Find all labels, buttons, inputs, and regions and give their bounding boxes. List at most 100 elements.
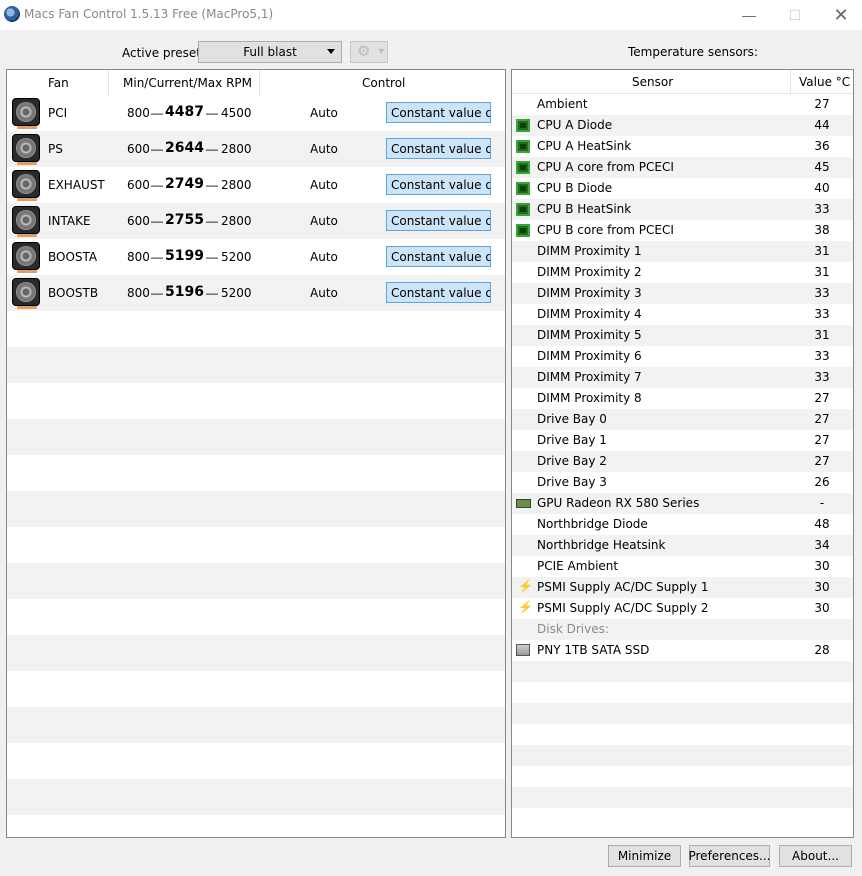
- active-preset-dropdown[interactable]: Full blast: [198, 41, 342, 63]
- sensor-row[interactable]: DIMM Proximity 5 31: [512, 325, 853, 346]
- cpu-chip-icon: [516, 224, 530, 237]
- sensor-row[interactable]: DIMM Proximity 8 27: [512, 388, 853, 409]
- fan-row[interactable]: EXHAUST600—2749—2800AutoConstant value o…: [7, 167, 505, 203]
- sensor-row[interactable]: PCIE Ambient 30: [512, 556, 853, 577]
- fan-control-button[interactable]: Constant value o...: [386, 138, 491, 159]
- sensor-row[interactable]: Drive Bay 0 27: [512, 409, 853, 430]
- fan-row[interactable]: PS600—2644—2800AutoConstant value o...: [7, 131, 505, 167]
- sensor-row[interactable]: CPU A Diode 44: [512, 115, 853, 136]
- fan-row-stripe: [7, 599, 505, 635]
- sensor-row[interactable]: ⚡ PSMI Supply AC/DC Supply 2 30: [512, 598, 853, 619]
- fan-row-stripe: [7, 383, 505, 419]
- sensor-name: CPU B core from PCECI: [537, 223, 674, 237]
- sensor-name: CPU A core from PCECI: [537, 160, 674, 174]
- rpm-separator: —: [151, 214, 163, 228]
- chevron-down-icon: [327, 49, 335, 54]
- fan-mode: Auto: [310, 142, 338, 156]
- sensor-row[interactable]: Ambient 27: [512, 94, 853, 115]
- preferences-button[interactable]: Preferences...: [688, 845, 771, 867]
- cpu-chip-icon: [516, 140, 530, 153]
- temperature-sensors-label: Temperature sensors:: [628, 45, 758, 59]
- rpm-separator: —: [151, 178, 163, 192]
- window-close-button[interactable]: ✕: [818, 0, 862, 30]
- sensor-name: Drive Bay 2: [537, 454, 607, 468]
- sensor-row[interactable]: ⚡ PSMI Supply AC/DC Supply 1 30: [512, 577, 853, 598]
- sensor-value: 31: [814, 328, 830, 342]
- fan-max-rpm: 5200: [221, 250, 252, 264]
- sensor-row[interactable]: CPU A HeatSink 36: [512, 136, 853, 157]
- fan-max-rpm: 5200: [221, 286, 252, 300]
- fan-row[interactable]: INTAKE600—2755—2800AutoConstant value o.…: [7, 203, 505, 239]
- cpu-chip-icon: [516, 161, 530, 174]
- sensor-row-stripe: [512, 745, 853, 766]
- fan-current-rpm: 2755: [165, 212, 204, 228]
- fan-control-button[interactable]: Constant value o...: [386, 102, 491, 123]
- fan-row[interactable]: BOOSTB800—5196—5200AutoConstant value o.…: [7, 275, 505, 311]
- fan-control-button[interactable]: Constant value o...: [386, 246, 491, 267]
- fan-mode: Auto: [310, 214, 338, 228]
- sensor-row[interactable]: DIMM Proximity 4 33: [512, 304, 853, 325]
- fan-column-header[interactable]: Fan: [48, 76, 69, 90]
- fan-row-stripe: [7, 419, 505, 455]
- sensor-row[interactable]: CPU A core from PCECI 45: [512, 157, 853, 178]
- sensor-row[interactable]: DIMM Proximity 7 33: [512, 367, 853, 388]
- sensor-row[interactable]: GPU Radeon RX 580 Series -: [512, 493, 853, 514]
- sensor-row[interactable]: Drive Bay 1 27: [512, 430, 853, 451]
- preset-settings-button[interactable]: ⚙ ▼: [350, 41, 388, 63]
- sensor-row[interactable]: CPU B HeatSink 33: [512, 199, 853, 220]
- rpm-column-header[interactable]: Min/Current/Max RPM: [123, 76, 252, 90]
- fan-row-stripe: [7, 815, 505, 837]
- sensor-row[interactable]: DIMM Proximity 2 31: [512, 262, 853, 283]
- fan-name: EXHAUST: [48, 178, 105, 192]
- sensor-value: 33: [814, 307, 830, 321]
- fan-current-rpm: 2749: [165, 176, 204, 192]
- about-button[interactable]: About...: [779, 845, 852, 867]
- fan-rows: PCI800—4487—4500AutoConstant value o...P…: [7, 95, 505, 837]
- sensor-row[interactable]: PNY 1TB SATA SSD 28: [512, 640, 853, 661]
- sensor-name: CPU B HeatSink: [537, 202, 632, 216]
- control-column-header[interactable]: Control: [362, 76, 405, 90]
- sensor-value: 33: [814, 349, 830, 363]
- window-maximize-button[interactable]: ☐: [772, 0, 818, 30]
- sensor-name: Northbridge Diode: [537, 517, 648, 531]
- sensor-row[interactable]: CPU B Diode 40: [512, 178, 853, 199]
- sensor-value: 30: [814, 580, 830, 594]
- fan-max-rpm: 4500: [221, 106, 252, 120]
- sensor-value: 31: [814, 265, 830, 279]
- window-minimize-button[interactable]: —: [726, 0, 772, 30]
- sensor-column-header[interactable]: Sensor: [632, 75, 673, 89]
- sensor-name: Drive Bay 0: [537, 412, 607, 426]
- sensor-row-stripe: [512, 661, 853, 682]
- value-column-header[interactable]: Value °C: [799, 75, 850, 89]
- fan-icon: [12, 170, 40, 201]
- minimize-button[interactable]: Minimize: [608, 845, 681, 867]
- fan-icon: [12, 242, 40, 273]
- sensor-value: 31: [814, 244, 830, 258]
- fan-name: BOOSTA: [48, 250, 98, 264]
- sensor-row[interactable]: Northbridge Heatsink 34: [512, 535, 853, 556]
- sensor-row[interactable]: Northbridge Diode 48: [512, 514, 853, 535]
- fan-control-button[interactable]: Constant value o...: [386, 282, 491, 303]
- sensor-row[interactable]: DIMM Proximity 6 33: [512, 346, 853, 367]
- sensor-group-header: Disk Drives:: [512, 619, 853, 640]
- fan-current-rpm: 5199: [165, 248, 204, 264]
- gear-icon: ⚙: [357, 43, 371, 60]
- fan-row[interactable]: PCI800—4487—4500AutoConstant value o...: [7, 95, 505, 131]
- sensor-table: Sensor Value °C Ambient 27 CPU A Diode 44 CP…: [511, 69, 854, 838]
- sensor-row[interactable]: Drive Bay 2 27: [512, 451, 853, 472]
- sensor-value: 27: [814, 97, 830, 111]
- sensor-row[interactable]: DIMM Proximity 3 33: [512, 283, 853, 304]
- fan-control-button[interactable]: Constant value o...: [386, 210, 491, 231]
- fan-row-stripe: [7, 491, 505, 527]
- fan-row-stripe: [7, 347, 505, 383]
- rpm-separator: —: [151, 142, 163, 156]
- sensor-row[interactable]: Drive Bay 3 26: [512, 472, 853, 493]
- sensor-value: 36: [814, 139, 830, 153]
- sensor-name: DIMM Proximity 6: [537, 349, 642, 363]
- sensor-row[interactable]: CPU B core from PCECI 38: [512, 220, 853, 241]
- fan-control-button[interactable]: Constant value o...: [386, 174, 491, 195]
- fan-row[interactable]: BOOSTA800—5199—5200AutoConstant value o.…: [7, 239, 505, 275]
- gpu-card-icon: [516, 499, 531, 508]
- sensor-row[interactable]: DIMM Proximity 1 31: [512, 241, 853, 262]
- sensor-name: Ambient: [537, 97, 588, 111]
